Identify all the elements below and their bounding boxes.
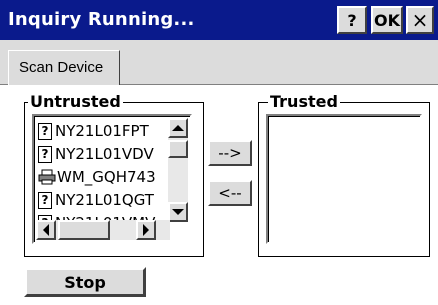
scroll-left-button[interactable]	[36, 220, 56, 240]
close-button[interactable]: ×	[406, 6, 434, 34]
scroll-right-button[interactable]	[136, 220, 156, 240]
device-name: WM_GQH743	[57, 168, 156, 186]
list-item[interactable]: WM_GQH743	[38, 166, 156, 188]
inquiry-window: Inquiry Running... ? OK × Scan Device Un…	[0, 0, 438, 305]
untrusted-label: Untrusted	[28, 92, 123, 111]
tab-scan-device[interactable]: Scan Device	[8, 50, 120, 85]
chevron-down-icon	[172, 209, 184, 215]
printer-icon	[38, 169, 56, 185]
scroll-up-button[interactable]	[168, 118, 188, 138]
unknown-device-icon: ?	[38, 145, 52, 163]
move-to-trusted-button[interactable]: -->	[208, 140, 252, 166]
device-name: NY21L01VDV	[55, 145, 154, 163]
trusted-label: Trusted	[268, 92, 340, 111]
scroll-down-button[interactable]	[168, 202, 188, 222]
title-bar: Inquiry Running... ? OK ×	[0, 0, 438, 40]
device-name: NY21L01QGT	[55, 191, 154, 209]
horizontal-scroll-thumb[interactable]	[58, 220, 110, 240]
chevron-up-icon	[172, 125, 184, 131]
tab-label: Scan Device	[19, 59, 104, 76]
list-item[interactable]: ? NY21L01QGT	[38, 189, 154, 211]
move-to-untrusted-button[interactable]: <--	[208, 180, 252, 206]
chevron-left-icon	[43, 224, 49, 236]
unknown-device-icon: ?	[38, 191, 52, 209]
vertical-scrollbar[interactable]	[168, 118, 188, 222]
trusted-list[interactable]	[266, 114, 422, 244]
unknown-device-icon: ?	[38, 122, 52, 140]
chevron-right-icon	[143, 224, 149, 236]
list-item[interactable]: ? NY21L01FPT	[38, 120, 149, 142]
device-name: NY21L01FPT	[55, 122, 149, 140]
window-title: Inquiry Running...	[8, 9, 195, 30]
vertical-scroll-thumb[interactable]	[168, 140, 188, 158]
help-button[interactable]: ?	[337, 6, 367, 34]
untrusted-list[interactable]: ? NY21L01FPT ? NY21L01VDV WM_GQH743 ? NY…	[32, 114, 192, 244]
horizontal-scrollbar[interactable]	[36, 220, 170, 240]
stop-button[interactable]: Stop	[24, 267, 146, 297]
ok-button[interactable]: OK	[371, 6, 403, 34]
list-item[interactable]: ? NY21L01VDV	[38, 143, 154, 165]
